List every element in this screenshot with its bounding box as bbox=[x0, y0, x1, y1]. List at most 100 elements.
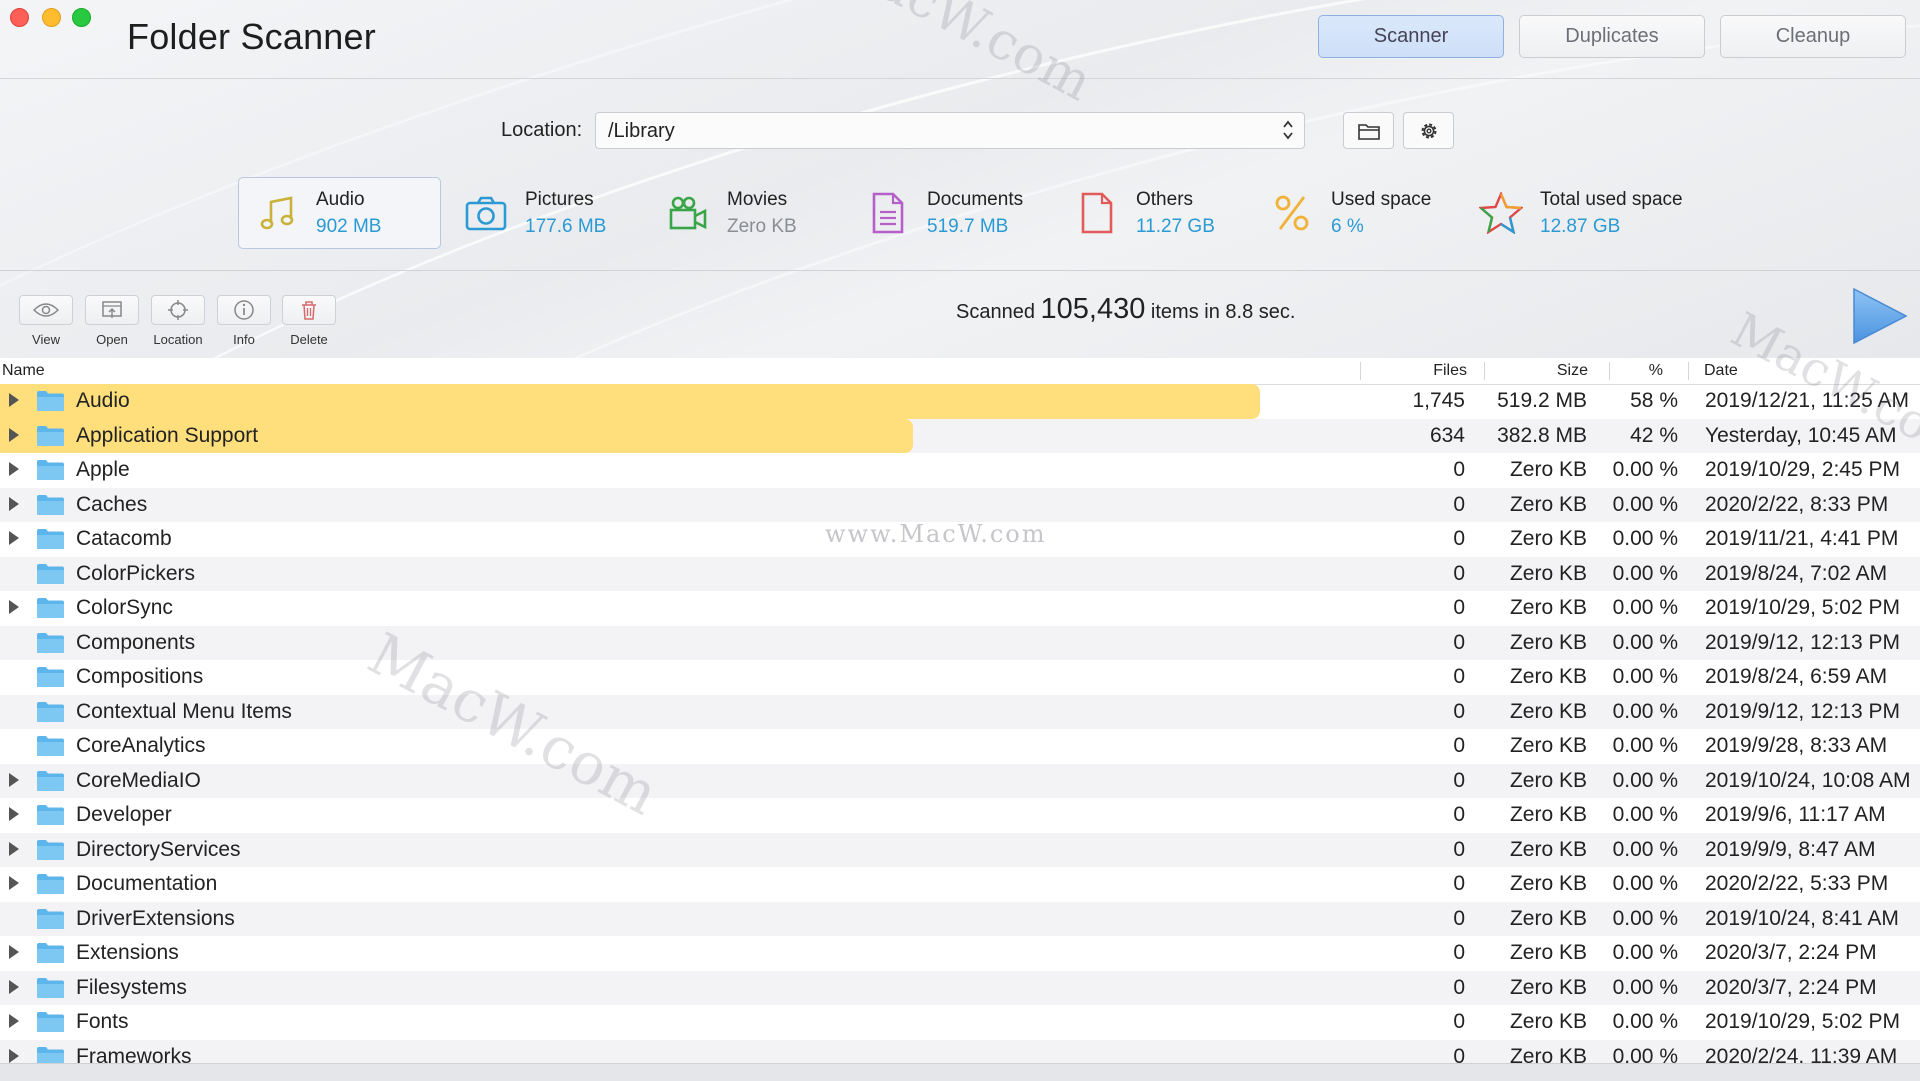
open-icon bbox=[102, 301, 122, 318]
column-percent[interactable]: % bbox=[1649, 362, 1663, 380]
table-row[interactable]: Application Support 634 382.8 MB 42 % Yester… bbox=[0, 418, 1920, 453]
column-files[interactable]: Files bbox=[1433, 362, 1467, 380]
stat-documents[interactable]: Documents 519.7 MB bbox=[866, 177, 1023, 249]
table-row[interactable]: ColorPickers 0 Zero KB 0.00 % 2019/8/24, 7:0… bbox=[0, 556, 1920, 591]
disclosure-triangle-icon[interactable] bbox=[9, 531, 19, 545]
disclosure-triangle-icon[interactable] bbox=[9, 462, 19, 476]
delete-button[interactable]: Delete bbox=[279, 295, 339, 347]
stat-movies-value: Zero KB bbox=[727, 216, 797, 237]
stat-others-label: Others bbox=[1136, 189, 1194, 210]
row-files: 0 bbox=[1453, 630, 1465, 654]
table-row[interactable]: Apple 0 Zero KB 0.00 % 2019/10/29, 2:45 PM bbox=[0, 453, 1920, 488]
stat-audio[interactable]: Audio 902 MB bbox=[238, 177, 441, 249]
disclosure-triangle-icon[interactable] bbox=[9, 772, 19, 787]
row-date: 2019/9/9, 8:47 AM bbox=[1705, 837, 1876, 861]
row-percent: 0.00 % bbox=[1612, 665, 1678, 688]
folder-icon bbox=[37, 563, 64, 584]
table-row[interactable]: Documentation 0 Zero KB 0.00 % 2020/2/22, 5:… bbox=[0, 867, 1920, 902]
tab-duplicates[interactable]: Duplicates bbox=[1519, 15, 1705, 58]
disclosure-triangle-icon[interactable] bbox=[9, 1048, 19, 1063]
location-button[interactable]: Location bbox=[148, 295, 208, 347]
row-date: 2020/2/22, 8:33 PM bbox=[1705, 492, 1889, 516]
row-date: Yesterday, 10:45 AM bbox=[1705, 423, 1897, 447]
minimize-window-button[interactable] bbox=[42, 8, 61, 27]
stat-documents-label: Documents bbox=[927, 189, 1024, 210]
row-files: 0 bbox=[1453, 803, 1465, 826]
row-percent: 0.00 % bbox=[1612, 458, 1678, 481]
row-name: Compositions bbox=[76, 665, 204, 688]
row-date: 2019/9/12, 12:13 PM bbox=[1705, 699, 1900, 723]
table-row[interactable]: Contextual Menu Items 0 Zero KB 0.00 % 2019/… bbox=[0, 694, 1920, 729]
disclosure-triangle-icon[interactable] bbox=[9, 496, 19, 511]
stat-others[interactable]: Others 11.27 GB bbox=[1075, 177, 1215, 249]
info-button[interactable]: Info bbox=[214, 295, 274, 347]
disclosure-triangle-icon[interactable] bbox=[9, 841, 19, 856]
delete-label: Delete bbox=[290, 332, 328, 347]
row-size: Zero KB bbox=[1509, 837, 1587, 861]
table-row[interactable]: ColorSync 0 Zero KB 0.00 % 2019/10/29, 5:02 … bbox=[0, 591, 1920, 626]
folder-icon bbox=[37, 943, 64, 963]
open-button[interactable]: Open bbox=[82, 295, 142, 347]
table-row[interactable]: Audio 1,745 519.2 MB 58 % 2019/12/21, 11:25 … bbox=[0, 384, 1920, 419]
location-tool-label: Location bbox=[153, 332, 203, 347]
row-size: Zero KB bbox=[1509, 492, 1587, 516]
table-row[interactable]: CoreAnalytics 0 Zero KB 0.00 % 2019/9/28, 8:… bbox=[0, 729, 1920, 764]
stat-used-space[interactable]: Used space 6 % bbox=[1270, 177, 1431, 249]
disclosure-triangle-icon[interactable] bbox=[9, 600, 19, 614]
size-share-bar bbox=[0, 384, 1260, 419]
table-row[interactable]: DriverExtensions 0 Zero KB 0.00 % 2019/10/24… bbox=[0, 901, 1920, 936]
column-size[interactable]: Size bbox=[1557, 362, 1588, 380]
disclosure-triangle-icon[interactable] bbox=[9, 393, 19, 407]
scan-count: 105,430 bbox=[1040, 293, 1146, 325]
disclosure-triangle-icon[interactable] bbox=[9, 807, 19, 821]
disclosure-triangle-icon[interactable] bbox=[9, 979, 19, 994]
row-percent: 0.00 % bbox=[1612, 803, 1678, 826]
row-date: 2020/3/7, 2:24 PM bbox=[1705, 975, 1877, 999]
zoom-window-button[interactable] bbox=[72, 8, 91, 27]
row-date: 2020/3/7, 2:24 PM bbox=[1705, 941, 1877, 964]
disclosure-triangle-icon[interactable] bbox=[9, 1014, 19, 1028]
stat-used-space-label: Used space bbox=[1331, 189, 1432, 210]
row-date: 2019/12/21, 11:25 AM bbox=[1705, 389, 1909, 412]
row-files: 0 bbox=[1453, 699, 1465, 723]
row-date: 2019/10/24, 10:08 AM bbox=[1705, 768, 1911, 792]
settings-button[interactable] bbox=[1403, 112, 1454, 149]
eye-icon bbox=[33, 303, 59, 317]
disclosure-triangle-icon[interactable] bbox=[9, 427, 19, 442]
row-files: 0 bbox=[1453, 734, 1465, 757]
tab-scanner[interactable]: Scanner bbox=[1318, 15, 1504, 58]
tab-cleanup[interactable]: Cleanup bbox=[1720, 15, 1906, 58]
disclosure-triangle-icon[interactable] bbox=[9, 876, 19, 890]
location-select[interactable]: /Library bbox=[595, 112, 1305, 149]
browse-folder-button[interactable] bbox=[1343, 112, 1394, 149]
location-value: /Library bbox=[608, 120, 675, 142]
star-icon bbox=[1479, 191, 1523, 235]
column-date[interactable]: Date bbox=[1704, 362, 1738, 380]
close-window-button[interactable] bbox=[10, 8, 29, 27]
table-row[interactable]: DirectoryServices 0 Zero KB 0.00 % 2019/9/9,… bbox=[0, 832, 1920, 867]
table-row[interactable]: Extensions 0 Zero KB 0.00 % 2020/3/7, 2:24 P… bbox=[0, 936, 1920, 971]
table-header: Name Files Size % Date bbox=[0, 358, 1920, 385]
open-label: Open bbox=[96, 332, 128, 347]
disclosure-triangle-icon[interactable] bbox=[9, 945, 19, 959]
divider bbox=[0, 78, 1920, 79]
row-percent: 0.00 % bbox=[1612, 906, 1678, 930]
table-row[interactable]: Compositions 0 Zero KB 0.00 % 2019/8/24, 6:5… bbox=[0, 660, 1920, 695]
table-row[interactable]: Caches 0 Zero KB 0.00 % 2020/2/22, 8:33 PM bbox=[0, 487, 1920, 522]
column-name[interactable]: Name bbox=[2, 362, 45, 380]
table-row[interactable]: Components 0 Zero KB 0.00 % 2019/9/12, 12:13… bbox=[0, 625, 1920, 660]
stat-movies[interactable]: Movies Zero KB bbox=[666, 177, 797, 249]
table-row[interactable]: Developer 0 Zero KB 0.00 % 2019/9/6, 11:17 A… bbox=[0, 798, 1920, 833]
folder-icon bbox=[37, 770, 64, 791]
table-row[interactable]: Catacomb 0 Zero KB 0.00 % 2019/11/21, 4:41 P… bbox=[0, 522, 1920, 557]
table-row[interactable]: Filesystems 0 Zero KB 0.00 % 2020/3/7, 2:24 … bbox=[0, 970, 1920, 1005]
table-row[interactable]: CoreMediaIO 0 Zero KB 0.00 % 2019/10/24, 10:… bbox=[0, 763, 1920, 798]
row-percent: 0.00 % bbox=[1612, 941, 1678, 964]
view-button[interactable]: View bbox=[16, 295, 76, 347]
crosshair-icon bbox=[168, 300, 188, 320]
stat-pictures[interactable]: Pictures 177.6 MB bbox=[464, 177, 606, 249]
table-row[interactable]: Fonts 0 Zero KB 0.00 % 2019/10/29, 5:02 PM bbox=[0, 1005, 1920, 1040]
stat-total-used[interactable]: Total used space 12.87 GB bbox=[1479, 177, 1683, 249]
scan-summary: Scanned 105,430 items in 8.8 sec. bbox=[956, 293, 1295, 326]
play-icon[interactable] bbox=[1850, 287, 1910, 345]
